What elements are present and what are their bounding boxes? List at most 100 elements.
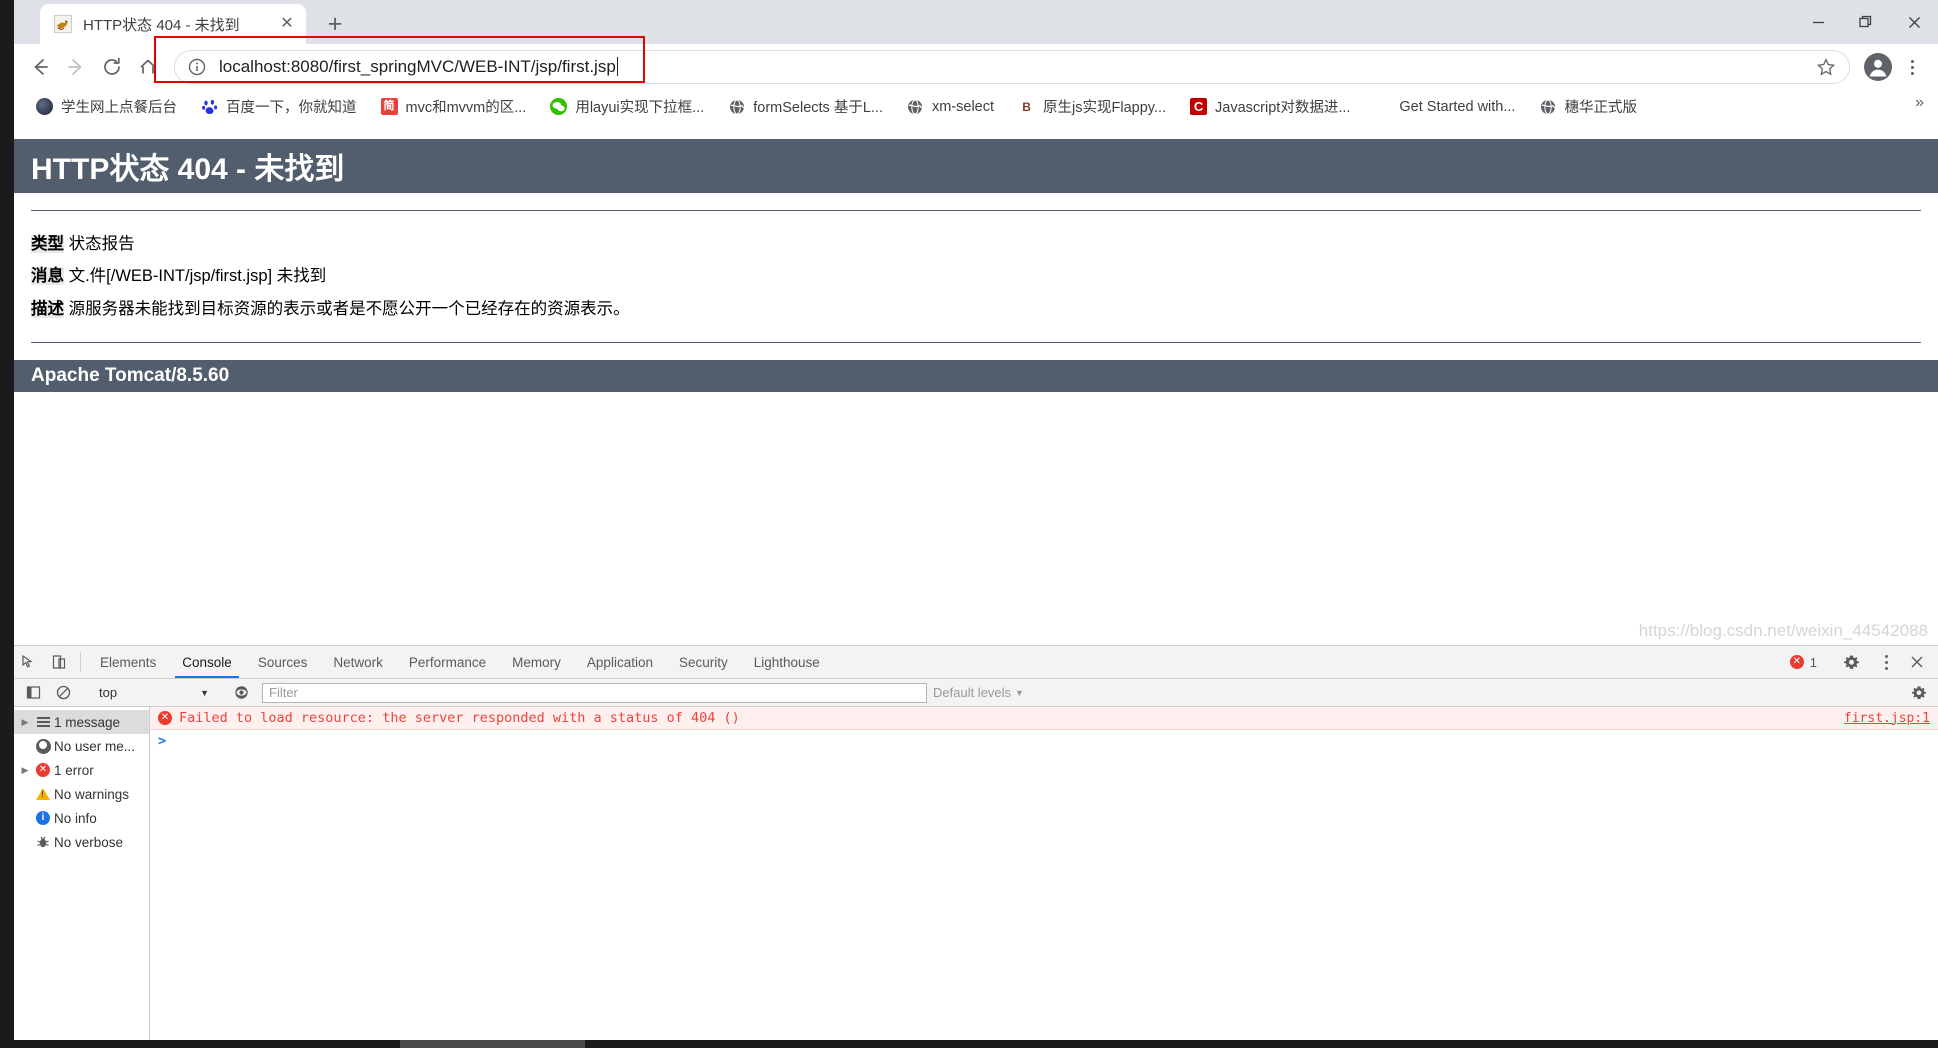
tab-elements[interactable]: Elements [87,646,169,678]
bookmark-item[interactable]: 穗华正式版 [1531,94,1645,120]
device-toolbar-icon[interactable] [44,646,74,678]
console-sidebar-item-verbose[interactable]: No verbose [14,830,149,854]
dark-globe-icon [36,98,53,115]
tab-title: HTTP状态 404 - 未找到 [83,16,240,34]
console-sidebar-item-warnings[interactable]: No warnings [14,782,149,806]
minimize-button[interactable] [1794,0,1842,44]
devtools-tabs: Elements Console Sources Network Perform… [87,646,1790,678]
chevron-down-icon: ▼ [200,687,209,698]
text-caret [616,57,618,76]
profile-avatar-icon[interactable] [1864,53,1892,81]
close-devtools-icon[interactable] [1902,655,1932,669]
address-bar[interactable]: localhost:8080/first_springMVC/WEB-INT/j… [174,50,1850,84]
restore-button[interactable] [1842,0,1890,44]
verbose-bug-icon [32,835,54,849]
browser-menu-button[interactable] [1896,51,1928,83]
gear-icon[interactable] [1836,654,1866,671]
baidu-icon [201,98,218,115]
console-sidebar: ▶ 1 message No user me... ▶ ✕ 1 error ! … [14,707,150,1040]
browser-window: HTTP状态 404 - 未找到 ✕ + localhost:8080/firs… [14,0,1938,1040]
bookmark-item[interactable]: 简 mvc和mvvm的区... [373,94,535,120]
console-message-source-link[interactable]: first.jsp:1 [1834,711,1930,726]
console-toolbar-right [1904,685,1934,701]
page-title: HTTP状态 404 - 未找到 [14,139,1938,193]
page-viewport: HTTP状态 404 - 未找到 类型 状态报告 消息 文.件[/WEB-INT… [14,124,1938,645]
tab-security[interactable]: Security [666,646,741,678]
bookmark-item[interactable]: B 原生js实现Flappy... [1010,94,1174,120]
error-icon: ✕ [158,711,172,725]
console-sidebar-item-errors[interactable]: ▶ ✕ 1 error [14,758,149,782]
bookmarks-overflow-button[interactable]: » [1915,94,1924,112]
back-button[interactable] [22,49,58,85]
bookmark-label: 百度一下，你就知道 [226,100,357,116]
globe-icon [728,98,745,115]
bookmark-item[interactable]: C Javascript对数据进... [1182,94,1358,120]
watermark: https://blog.csdn.net/weixin_44542088 [1638,621,1928,640]
desktop-bottom-strip [0,1040,1938,1048]
bookmark-item[interactable]: 百度一下，你就知道 [193,94,365,120]
clear-console-icon[interactable] [48,685,78,700]
console-sidebar-item-user-messages[interactable]: No user me... [14,734,149,758]
console-prompt[interactable]: > [150,730,1938,752]
console-settings-icon[interactable] [1904,685,1934,701]
error-count: 1 [1809,654,1817,670]
console-message-error[interactable]: ✕ Failed to load resource: the server re… [150,707,1938,730]
server-version-footer: Apache Tomcat/8.5.60 [14,359,1938,392]
new-tab-button[interactable]: + [318,7,352,41]
console-filter-input[interactable]: Filter [262,682,927,703]
close-tab-button[interactable]: ✕ [276,13,298,35]
console-sidebar-item-messages[interactable]: ▶ 1 message [14,710,149,734]
wechat-icon [550,98,568,115]
bookmark-label: Get Started with... [1399,98,1516,115]
console-sidebar-toggle-icon[interactable] [18,685,48,700]
tab-network[interactable]: Network [320,646,396,678]
devtools-more-button[interactable] [1870,646,1902,678]
expand-arrow-icon[interactable]: ▶ [18,765,32,776]
tab-performance[interactable]: Performance [396,646,499,678]
execution-context-value: top [99,685,118,700]
execution-context-select[interactable]: top ▼ [95,683,213,703]
bookmark-item[interactable]: xm-select [899,94,1002,120]
console-sidebar-item-info[interactable]: i No info [14,806,149,830]
warning-icon [32,788,54,800]
inspect-element-icon[interactable] [14,646,44,678]
reload-button[interactable] [94,49,130,85]
bookmark-item[interactable]: 学生网上点餐后台 [28,94,185,120]
tab-strip: HTTP状态 404 - 未找到 ✕ + [14,0,1938,44]
info-circle-icon[interactable] [187,57,207,77]
bookmark-item[interactable]: 用layui实现下拉框... [542,94,712,120]
devtools-panel: Elements Console Sources Network Perform… [14,645,1938,1040]
tab-sources[interactable]: Sources [245,646,321,678]
forward-button[interactable] [58,49,94,85]
globe-icon [1539,98,1556,115]
log-levels-select[interactable]: Default levels ▼ [933,685,1024,700]
browser-tab[interactable]: HTTP状态 404 - 未找到 ✕ [40,4,306,44]
close-window-button[interactable] [1890,0,1938,44]
live-expression-icon[interactable] [226,685,256,700]
error-count-badge[interactable]: ✕ 1 [1789,654,1817,670]
tab-application[interactable]: Application [574,646,666,678]
detail-label: 消息 [31,267,64,286]
bookmark-label: 用layui实现下拉框... [575,100,705,116]
console-horizontal-scrollbar[interactable] [286,1030,1938,1040]
devtools-header: Elements Console Sources Network Perform… [14,646,1938,679]
detail-value: 文.件[/WEB-INT/jsp/first.jsp] 未找到 [68,267,327,286]
detail-value: 源服务器未能找到目标资源的表示或者是不愿公开一个已经存在的资源表示。 [68,299,630,318]
scrollbar-thumb[interactable] [400,1040,585,1048]
tab-memory[interactable]: Memory [499,646,574,678]
bookmark-item[interactable]: formSelects 基于L... [720,94,891,120]
bilibili-icon: B [1018,98,1036,115]
bookmark-label: 穗华正式版 [1564,100,1637,116]
home-button[interactable] [130,49,166,85]
bookmark-item[interactable]: Get Started with... [1366,94,1523,120]
detail-row-type: 类型 状态报告 [31,228,1938,260]
detail-row-message: 消息 文.件[/WEB-INT/jsp/first.jsp] 未找到 [31,260,1938,292]
expand-arrow-icon[interactable]: ▶ [18,717,32,728]
url-input[interactable]: localhost:8080/first_springMVC/WEB-INT/j… [219,57,1807,77]
csdn-icon: C [1190,98,1208,115]
tab-console[interactable]: Console [169,646,245,678]
tab-lighthouse[interactable]: Lighthouse [741,646,833,678]
bookmark-label: 学生网上点餐后台 [61,100,177,116]
console-sidebar-label: No info [54,810,97,826]
bookmark-star-icon[interactable] [1813,54,1839,80]
